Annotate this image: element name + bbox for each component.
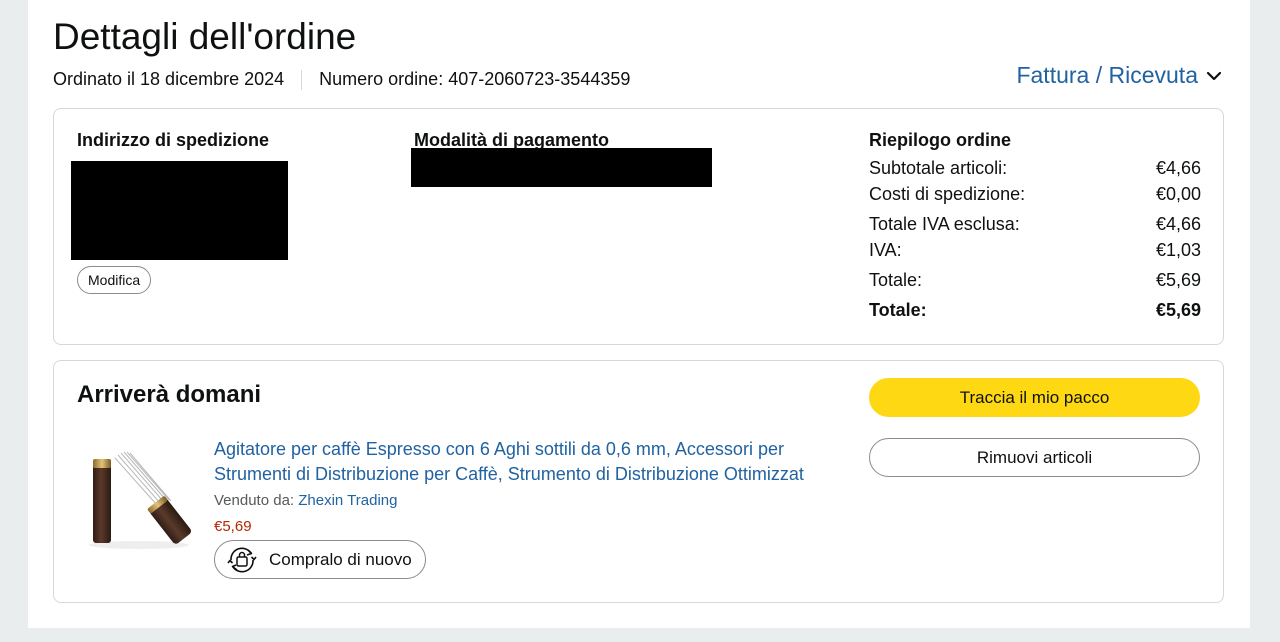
sold-by: Venduto da: Zhexin Trading [214, 492, 397, 509]
summary-row: IVA: €1,03 [869, 240, 1201, 270]
delivery-status: Arriverà domani [77, 381, 262, 408]
summary-value: €1,03 [1155, 240, 1201, 260]
sold-by-label: Venduto da: [214, 492, 295, 509]
track-package-button[interactable]: Traccia il mio pacco [869, 378, 1200, 417]
summary-value: €5,69 [1155, 300, 1201, 320]
order-number: Numero ordine: 407-2060723-3544359 [319, 69, 631, 89]
summary-label: Totale: [869, 270, 923, 290]
summary-row: Totale: €5,69 [869, 270, 1201, 300]
summary-value: €4,66 [1155, 214, 1201, 234]
summary-label: Totale: [869, 300, 927, 320]
summary-total-row: Totale: €5,69 [869, 300, 1201, 326]
summary-value: €5,69 [1155, 270, 1201, 290]
order-summary: Subtotale articoli: €4,66 Costi di spedi… [869, 158, 1201, 326]
summary-label: Totale IVA esclusa: [869, 214, 1020, 234]
order-date: Ordinato il 18 dicembre 2024 [53, 69, 285, 89]
invoice-dropdown[interactable]: Fattura / Ricevuta [1016, 62, 1222, 89]
summary-label: Costi di spedizione: [869, 184, 1026, 204]
remove-items-button[interactable]: Rimuovi articoli [869, 438, 1200, 477]
edit-address-button[interactable]: Modifica [77, 266, 152, 294]
summary-label: IVA: [869, 240, 902, 260]
buy-again-icon [227, 546, 257, 573]
order-details-page: Dettagli dell'ordine Ordinato il 18 dice… [28, 0, 1250, 628]
page-title: Dettagli dell'ordine [53, 16, 357, 57]
buy-again-button[interactable]: Compralo di nuovo [214, 540, 426, 579]
product-image[interactable] [84, 447, 199, 551]
redacted-payment-method [411, 148, 712, 187]
invoice-label: Fattura / Ricevuta [1016, 62, 1198, 88]
shipment-box: Arriverà domani Agitatore per caffè Espr… [53, 360, 1224, 603]
product-title-link[interactable]: Agitatore per caffè Espresso con 6 Aghi … [214, 437, 844, 487]
summary-value: €0,00 [1155, 184, 1201, 204]
summary-row: Costi di spedizione: €0,00 [869, 184, 1201, 214]
buy-again-label: Compralo di nuovo [269, 549, 412, 569]
summary-row: Totale IVA esclusa: €4,66 [869, 214, 1201, 240]
order-info-box: Indirizzo di spedizione Modifica Modalit… [53, 108, 1224, 345]
chevron-down-icon [1206, 71, 1222, 80]
summary-row: Subtotale articoli: €4,66 [869, 158, 1201, 184]
seller-link[interactable]: Zhexin Trading [298, 492, 397, 509]
summary-label: Subtotale articoli: [869, 158, 1008, 178]
product-price: €5,69 [214, 518, 252, 535]
meta-divider [301, 69, 303, 90]
shipping-address-heading: Indirizzo di spedizione [77, 130, 270, 150]
order-meta: Ordinato il 18 dicembre 2024 Numero ordi… [53, 69, 630, 90]
summary-value: €4,66 [1155, 158, 1201, 178]
order-summary-heading: Riepilogo ordine [869, 130, 1011, 150]
redacted-shipping-address [71, 161, 288, 260]
